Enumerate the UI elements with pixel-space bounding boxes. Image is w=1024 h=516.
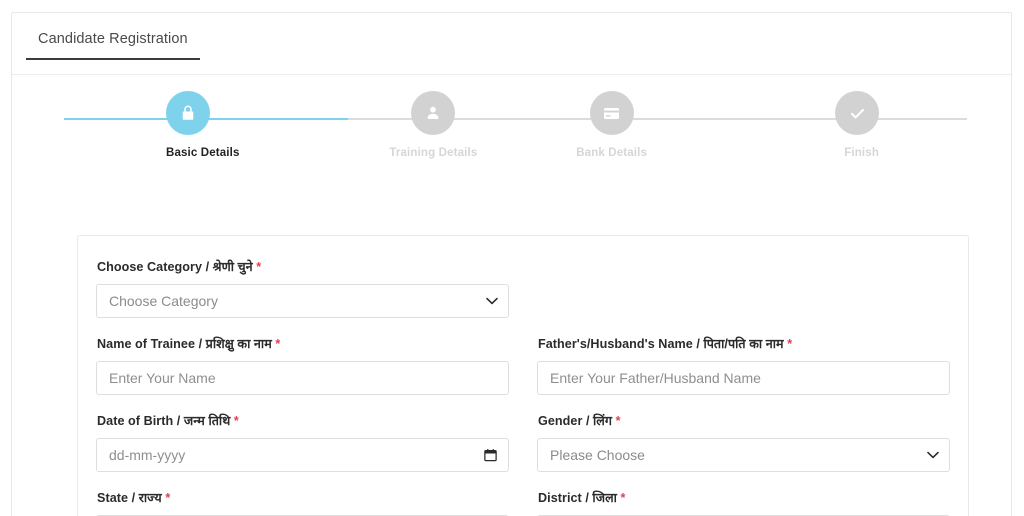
required-asterisk: *: [165, 491, 171, 505]
form-row-dob-gender: Date of Birth / जन्म तिथि * dd-mm-yyyy G…: [96, 412, 950, 472]
form-row-state-district: State / राज्य * Please Choose Dis: [96, 489, 950, 516]
step-finish[interactable]: Finish: [701, 91, 967, 159]
step-basic-details[interactable]: Basic Details: [64, 91, 344, 159]
tab-candidate-registration[interactable]: Candidate Registration: [26, 31, 200, 60]
field-group-category: Choose Category / श्रेणी चुने * Choose C…: [96, 258, 509, 318]
step-training-details[interactable]: Training Details: [344, 91, 522, 159]
field-group-trainee-name: Name of Trainee / प्रशिक्षु का नाम *: [96, 335, 509, 395]
label-name-of-trainee: Name of Trainee / प्रशिक्षु का नाम *: [97, 335, 509, 352]
form-row-category: Choose Category / श्रेणी चुने * Choose C…: [96, 258, 950, 318]
label-date-of-birth-text: Date of Birth / जन्म तिथि: [97, 414, 231, 428]
form-row-names: Name of Trainee / प्रशिक्षु का नाम * Fat…: [96, 335, 950, 395]
user-icon: [428, 106, 439, 119]
step-finish-label: Finish: [844, 147, 879, 159]
step-training-details-circle: [411, 91, 456, 135]
calendar-icon[interactable]: [483, 448, 498, 463]
label-state-text: State / राज्य: [97, 491, 162, 505]
progress-stepper: Basic Details Training Details Bank Deta…: [12, 75, 1011, 187]
label-choose-category-text: Choose Category / श्रेणी चुने: [97, 260, 253, 274]
required-asterisk: *: [256, 260, 262, 274]
select-choose-category-value: Choose Category: [109, 293, 218, 309]
lock-icon: [182, 105, 194, 120]
label-date-of-birth: Date of Birth / जन्म तिथि *: [97, 412, 509, 429]
label-choose-category: Choose Category / श्रेणी चुने *: [97, 258, 509, 275]
label-gender: Gender / लिंग *: [538, 412, 950, 429]
step-bank-details[interactable]: Bank Details: [523, 91, 701, 159]
select-gender-value: Please Choose: [550, 447, 645, 463]
field-group-gender: Gender / लिंग * Please Choose: [537, 412, 950, 472]
step-bank-details-label: Bank Details: [576, 147, 648, 159]
step-basic-details-circle: [166, 91, 210, 135]
control-choose-category: Choose Category: [96, 284, 509, 318]
field-group-dob: Date of Birth / जन्म तिथि *: [96, 412, 509, 472]
field-group-state: State / राज्य * Please Choose: [96, 489, 509, 516]
label-district: District / जिला *: [538, 489, 950, 506]
label-father-husband-name: Father's/Husband's Name / पिता/पति का ना…: [538, 335, 950, 352]
registration-panel: Candidate Registration Basic Details Tra…: [11, 12, 1012, 516]
required-asterisk: *: [615, 414, 621, 428]
step-basic-details-label: Basic Details: [166, 147, 240, 159]
input-father-husband-name[interactable]: [537, 361, 950, 395]
label-name-of-trainee-text: Name of Trainee / प्रशिक्षु का नाम: [97, 337, 272, 351]
input-trainee-name[interactable]: [96, 361, 509, 395]
page-root: Candidate Registration Basic Details Tra…: [0, 0, 1024, 516]
label-gender-text: Gender / लिंग: [538, 414, 613, 428]
required-asterisk: *: [233, 414, 239, 428]
step-bank-details-circle: [589, 91, 634, 135]
label-state: State / राज्य *: [97, 489, 509, 506]
control-gender: Please Choose: [537, 438, 950, 472]
label-father-husband-name-text: Father's/Husband's Name / पिता/पति का ना…: [538, 337, 784, 351]
label-district-text: District / जिला: [538, 491, 617, 505]
input-date-of-birth[interactable]: [96, 438, 509, 472]
required-asterisk: *: [620, 491, 626, 505]
field-group-district: District / जिला * Select District: [537, 489, 950, 516]
step-training-details-label: Training Details: [389, 147, 478, 159]
credit-card-icon: [604, 107, 620, 119]
check-icon: [850, 108, 864, 118]
select-choose-category[interactable]: Choose Category: [96, 284, 509, 318]
control-date-of-birth: [96, 438, 509, 472]
required-asterisk: *: [787, 337, 793, 351]
field-group-father-husband-name: Father's/Husband's Name / पिता/पति का ना…: [537, 335, 950, 395]
tab-bar: Candidate Registration: [12, 13, 1011, 75]
control-father-husband-name: [537, 361, 950, 395]
step-finish-circle: [835, 91, 879, 135]
control-trainee-name: [96, 361, 509, 395]
form-row-category-spacer: [537, 258, 950, 318]
basic-details-form-card: Choose Category / श्रेणी चुने * Choose C…: [77, 235, 969, 516]
select-gender[interactable]: Please Choose: [537, 438, 950, 472]
required-asterisk: *: [275, 337, 281, 351]
